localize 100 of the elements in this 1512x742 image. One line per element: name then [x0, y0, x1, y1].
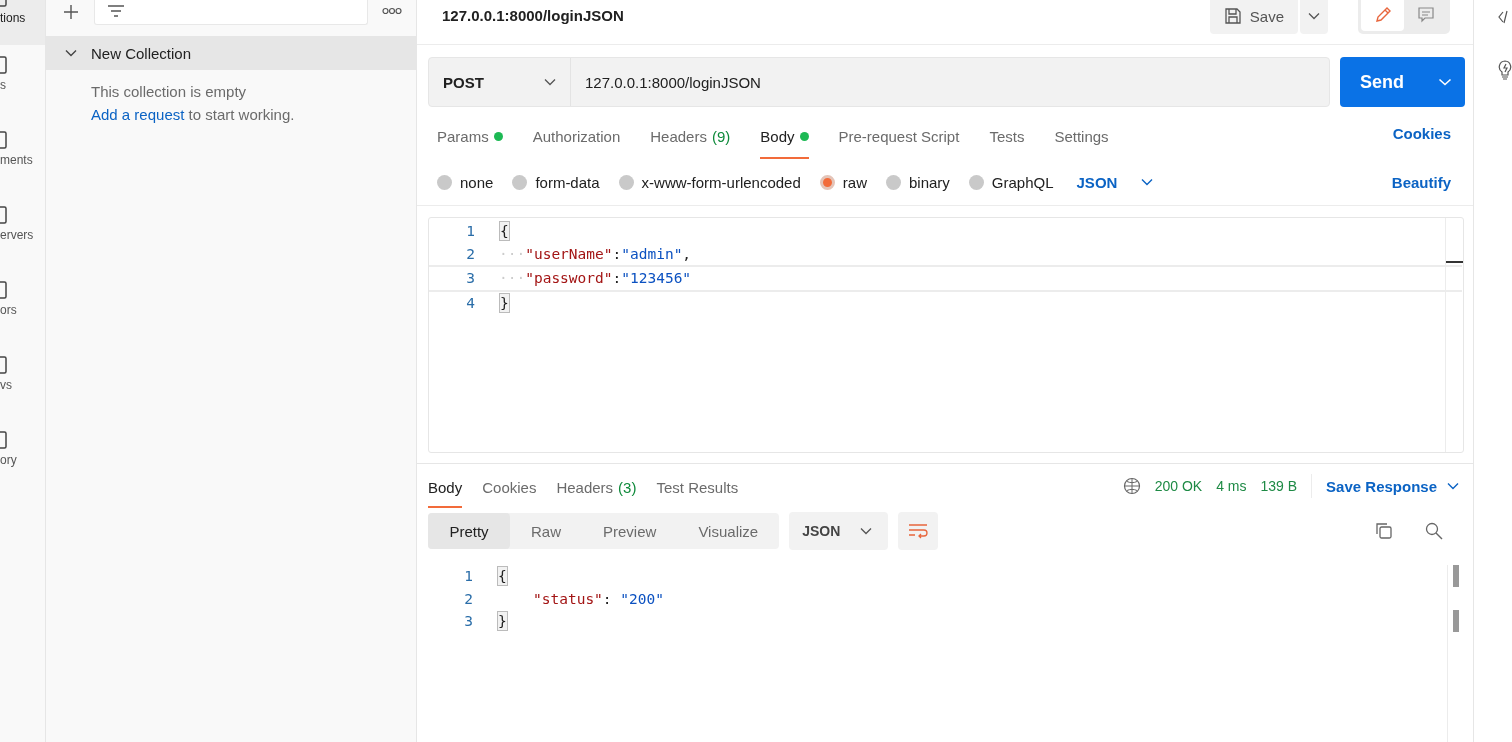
request-tab[interactable]: Params [437, 107, 503, 159]
view-mode-tab[interactable]: Raw [510, 513, 582, 549]
filter-field[interactable] [94, 0, 368, 25]
indent-marker: ··· [499, 245, 526, 262]
add-icon[interactable] [62, 3, 80, 21]
line-number: 4 [465, 294, 475, 311]
floppy-icon [1223, 7, 1242, 25]
add-request-link[interactable]: Add a request [91, 106, 185, 123]
caret-icon [1308, 12, 1320, 20]
nav-rail-item[interactable]: ory [0, 420, 45, 495]
empty-message: This collection is empty [91, 82, 248, 102]
save-button[interactable]: Save [1209, 0, 1298, 34]
radio-button[interactable] [618, 174, 634, 190]
caret-icon [1141, 178, 1154, 186]
edit-button[interactable] [1361, 0, 1404, 31]
punctuation-token: : [612, 270, 622, 287]
caret-icon [1447, 482, 1459, 490]
brace-token: { [499, 221, 510, 242]
response-tab[interactable]: Cookies [482, 464, 537, 508]
save-options-button[interactable] [1300, 0, 1328, 34]
wrap-lines-icon [908, 523, 929, 539]
beautify-link[interactable]: Beautify [1391, 173, 1451, 191]
caret-icon [860, 527, 873, 535]
string-token: "200" [620, 590, 664, 607]
request-title: 127.0.0.1:8000/loginJSON [442, 7, 624, 24]
line-number: 3 [463, 613, 473, 630]
chevron-icon [65, 49, 77, 57]
body-type-option[interactable]: GraphQL [968, 173, 1054, 191]
request-tab[interactable]: Settings [1054, 107, 1109, 159]
nav-rail-item[interactable]: tions [0, 0, 45, 45]
body-type-option[interactable]: binary [885, 173, 950, 191]
scroll-marker [1453, 610, 1459, 632]
nav-rail-item[interactable]: ments [0, 120, 45, 195]
nav-rail-item[interactable]: s [0, 45, 45, 120]
brace-token: } [497, 611, 508, 632]
line-number: 1 [465, 223, 475, 240]
scroll-marker [1453, 565, 1459, 587]
language-dropdown[interactable]: JSON [1076, 173, 1154, 191]
nav-rail-item[interactable]: ors [0, 270, 45, 345]
comment-icon [1416, 5, 1435, 24]
radio-button[interactable] [885, 174, 901, 190]
status-code[interactable]: 200 OK [1154, 478, 1203, 494]
punctuation-token: , [682, 245, 692, 262]
punctuation-token: : [612, 245, 622, 262]
nav-rail-item[interactable]: vs [0, 345, 45, 420]
radio-button[interactable] [512, 174, 528, 190]
nav-icon [0, 206, 8, 224]
globe-icon[interactable] [1122, 477, 1141, 495]
nav-icon [0, 356, 8, 374]
response-tab[interactable]: Headers (3) [556, 464, 637, 508]
line-number: 3 [465, 270, 475, 287]
request-tab[interactable]: Pre-request Script [838, 107, 960, 159]
radio-button[interactable] [437, 174, 452, 190]
add-request-hint: Add a request to start working. [91, 105, 296, 125]
cookies-link[interactable]: Cookies [1392, 124, 1451, 142]
string-token: "123456" [621, 270, 692, 287]
body-type-option[interactable]: x-www-form-urlencoded [618, 173, 801, 191]
search-icon[interactable] [1425, 522, 1443, 540]
key-token: "password" [525, 270, 613, 287]
request-tab[interactable]: Body [760, 107, 809, 159]
response-tab[interactable]: Test Results [656, 464, 739, 508]
pencil-icon [1373, 5, 1392, 24]
copy-icon[interactable] [1375, 522, 1393, 540]
format-dropdown[interactable]: JSON [789, 512, 889, 550]
indent-marker: ··· [499, 270, 526, 287]
response-time[interactable]: 4 ms [1216, 478, 1247, 494]
body-type-option[interactable]: form-data [512, 173, 600, 191]
code-editor[interactable]: 1 { 2 ···"userName":"admin", 3 ···"password":"123456" 4 } [428, 217, 1464, 453]
request-tab[interactable]: Headers (9) [650, 107, 731, 159]
radio-button[interactable] [819, 174, 835, 190]
body-type-option[interactable]: none [437, 173, 494, 191]
string-token: "admin" [621, 245, 683, 262]
nav-icon [0, 131, 8, 149]
body-type-option[interactable]: raw [819, 173, 867, 191]
key-token: "userName" [525, 245, 613, 262]
radio-button[interactable] [968, 174, 984, 190]
response-size[interactable]: 139 B [1260, 478, 1298, 494]
filter-icon[interactable] [107, 4, 125, 20]
more-icon[interactable] [382, 7, 402, 15]
response-tab[interactable]: Body [428, 464, 463, 508]
request-tab[interactable]: Authorization [532, 107, 621, 159]
view-mode-tab[interactable]: Pretty [428, 513, 510, 549]
wrap-button[interactable] [898, 512, 939, 550]
lightbulb-icon[interactable] [1496, 59, 1512, 81]
view-mode-tab[interactable]: Preview [582, 513, 678, 549]
request-tab[interactable]: Tests [989, 107, 1025, 159]
nav-icon [0, 281, 8, 299]
send-button[interactable]: Send [1340, 57, 1465, 107]
save-response-dropdown[interactable]: Save Response [1326, 477, 1459, 495]
collection-item[interactable]: New Collection [46, 36, 416, 70]
punctuation-token: : [602, 590, 613, 607]
caret-icon [1438, 78, 1452, 86]
key-token: "status" [533, 590, 603, 607]
line-number: 2 [465, 245, 475, 262]
view-mode-tab[interactable]: Visualize [677, 513, 780, 549]
nav-icon [0, 56, 8, 74]
scroll-marker [1446, 261, 1463, 263]
line-number: 2 [463, 590, 473, 607]
brace-token: } [499, 292, 510, 313]
nav-rail-item[interactable]: ervers [0, 195, 45, 270]
